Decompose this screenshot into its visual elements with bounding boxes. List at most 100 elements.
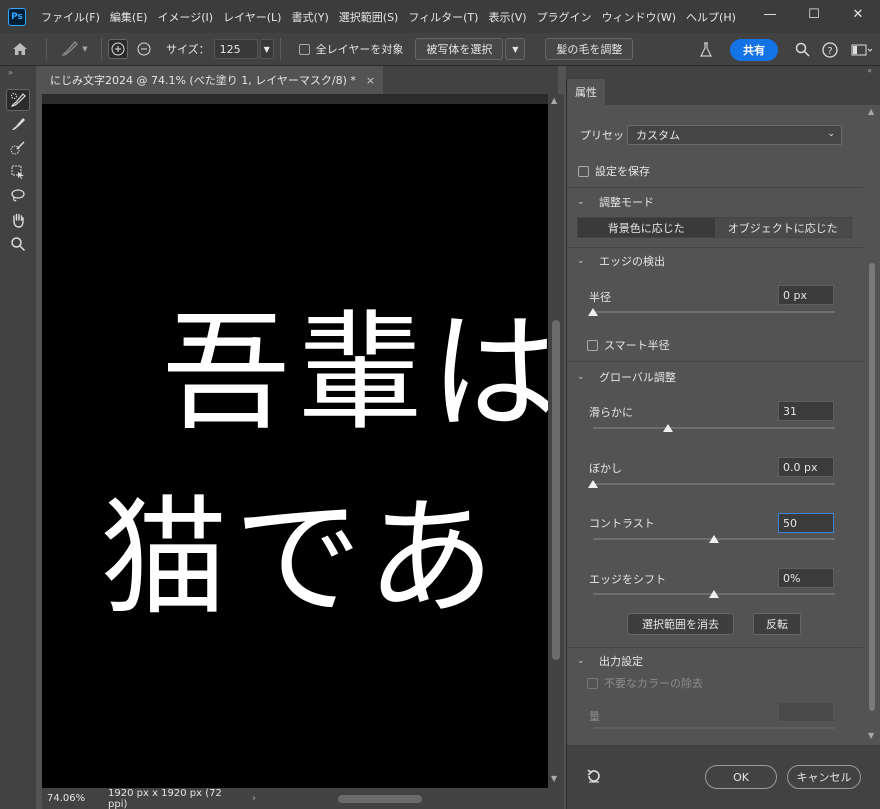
save-settings-checkbox[interactable]: 設定を保存 <box>578 163 650 179</box>
horizontal-scroll-thumb[interactable] <box>338 794 422 803</box>
shift-edge-slider-thumb[interactable] <box>709 590 719 598</box>
workspace-button[interactable] <box>844 36 880 64</box>
scroll-up-icon[interactable]: ▲ <box>868 107 874 116</box>
status-menu-arrow[interactable]: › <box>244 793 264 804</box>
size-dropdown[interactable]: ▼ <box>259 39 274 59</box>
document-canvas[interactable]: 吾輩は 猫であ <box>42 104 548 788</box>
radius-input[interactable]: 0 px <box>778 285 834 305</box>
smart-radius-label: スマート半径 <box>604 339 670 352</box>
maximize-button[interactable]: ☐ <box>792 0 836 28</box>
properties-body: プリセット カスタム ⌄ 設定を保存 ⌄ 調整モード 背景色に応じた オブジェク… <box>567 105 863 745</box>
menu-type[interactable]: 書式(Y) <box>286 9 333 25</box>
radius-slider-track[interactable] <box>593 311 835 313</box>
contrast-label: コントラスト <box>589 517 655 530</box>
brush-tool[interactable] <box>0 112 36 136</box>
scroll-up-icon[interactable]: ▲ <box>551 96 557 105</box>
minimize-button[interactable]: — <box>748 0 792 28</box>
amount-input[interactable] <box>778 702 834 722</box>
amount-slider-track[interactable] <box>593 727 835 729</box>
feather-input[interactable]: 0.0 px <box>778 457 834 477</box>
close-window-button[interactable]: ✕ <box>836 0 880 28</box>
panel-scroll-thumb[interactable] <box>869 263 875 711</box>
smart-radius-checkbox[interactable]: スマート半径 <box>587 337 670 353</box>
menu-window[interactable]: ウィンドウ(W) <box>597 9 681 25</box>
reset-button[interactable] <box>585 767 603 788</box>
checkbox-box[interactable] <box>587 677 598 689</box>
feather-slider-thumb[interactable] <box>588 480 598 488</box>
contrast-slider-thumb[interactable] <box>709 535 719 543</box>
feather-label: ぼかし <box>589 462 622 475</box>
zoom-level[interactable]: 74.06% <box>42 793 100 804</box>
radius-slider-thumb[interactable] <box>588 308 598 316</box>
menu-file[interactable]: ファイル(F) <box>36 9 105 25</box>
tab-properties[interactable]: 属性 <box>567 79 605 105</box>
toolbar-collapse-button[interactable]: » <box>0 66 36 80</box>
feather-slider-track[interactable] <box>593 483 835 485</box>
vertical-scroll-thumb[interactable] <box>552 320 560 660</box>
adjust-mode-title: 調整モード <box>599 196 654 209</box>
select-subject-button[interactable]: 被写体を選択 <box>415 38 504 60</box>
menu-plugins[interactable]: プラグイン <box>532 9 597 25</box>
object-selection-brush-tool[interactable] <box>0 136 36 160</box>
menu-layer[interactable]: レイヤー(L) <box>218 9 286 25</box>
help-button[interactable]: ? <box>816 36 844 64</box>
chevron-down-icon: ▼ <box>82 45 88 53</box>
smooth-slider-track[interactable] <box>593 427 835 429</box>
all-layers-checkbox[interactable]: 全レイヤーを対象 <box>298 41 403 57</box>
mode-object-aware-button[interactable]: オブジェクトに応じた <box>714 218 851 237</box>
add-to-selection-button[interactable] <box>108 39 128 59</box>
chevron-down-icon: ⌄ <box>577 197 585 207</box>
menu-help[interactable]: ヘルプ(H) <box>681 9 741 25</box>
lasso-icon <box>11 189 25 202</box>
share-button[interactable]: 共有 <box>730 38 778 61</box>
scroll-down-icon[interactable]: ▼ <box>551 774 557 783</box>
ok-button[interactable]: OK <box>705 765 777 789</box>
shift-edge-input[interactable]: 0% <box>778 568 834 588</box>
search-icon <box>795 42 810 57</box>
close-icon[interactable]: × <box>366 74 375 87</box>
zoom-tool[interactable] <box>0 232 36 256</box>
brush-preset-picker[interactable]: ▼ <box>53 36 95 62</box>
menu-select[interactable]: 選択範囲(S) <box>334 9 404 25</box>
panel-scrollbar[interactable]: ▲ ▼ <box>863 105 880 745</box>
clear-selection-button[interactable]: 選択範囲を消去 <box>627 613 734 635</box>
menu-filter[interactable]: フィルター(T) <box>403 9 483 25</box>
panel-footer: OK キャンセル <box>567 745 880 809</box>
object-selection-tool[interactable] <box>0 160 36 184</box>
menu-image[interactable]: イメージ(I) <box>152 9 218 25</box>
cancel-button[interactable]: キャンセル <box>787 765 861 789</box>
invert-button[interactable]: 反転 <box>753 613 801 635</box>
lasso-tool[interactable] <box>0 184 36 208</box>
decontaminate-colors-checkbox[interactable]: 不要なカラーの除去 <box>587 675 703 691</box>
smooth-slider-thumb[interactable] <box>663 424 674 432</box>
menu-edit[interactable]: 編集(E) <box>105 9 153 25</box>
checkbox-box[interactable] <box>298 43 310 55</box>
smooth-input[interactable]: 31 <box>778 401 834 421</box>
window-controls: — ☐ ✕ <box>748 0 880 30</box>
labs-button[interactable] <box>692 36 720 64</box>
divider <box>567 361 863 362</box>
contrast-input[interactable]: 50 <box>778 513 834 533</box>
search-button[interactable] <box>788 36 816 64</box>
size-input[interactable]: 125 <box>213 39 258 59</box>
global-refine-header[interactable]: ⌄ グローバル調整 <box>577 369 676 385</box>
panel-collapse-button[interactable]: « <box>566 66 880 79</box>
document-tab[interactable]: にじみ文字2024 @ 74.1% (べた塗り 1, レイヤーマスク/8) * … <box>42 66 384 94</box>
select-subject-dropdown[interactable]: ▼ <box>505 38 526 60</box>
menu-view[interactable]: 表示(V) <box>483 9 531 25</box>
checkbox-box[interactable] <box>578 165 589 177</box>
adjust-mode-header[interactable]: ⌄ 調整モード <box>577 194 654 210</box>
preset-select[interactable]: カスタム ⌄ <box>627 125 842 145</box>
refine-hair-button[interactable]: 髪の毛を調整 <box>545 38 634 60</box>
refine-edge-brush-tool[interactable] <box>0 88 36 112</box>
canvas-vertical-scrollbar[interactable]: ▲ ▼ <box>548 94 564 788</box>
scroll-down-icon[interactable]: ▼ <box>868 731 874 740</box>
hand-tool[interactable] <box>0 208 36 232</box>
subtract-from-selection-button[interactable] <box>134 39 154 59</box>
output-settings-header[interactable]: ⌄ 出力設定 <box>577 653 643 669</box>
edge-detection-header[interactable]: ⌄ エッジの検出 <box>577 253 665 269</box>
mode-color-aware-button[interactable]: 背景色に応じた <box>578 218 715 237</box>
divider <box>567 647 863 648</box>
home-button[interactable] <box>0 33 40 66</box>
checkbox-box[interactable] <box>587 339 598 351</box>
